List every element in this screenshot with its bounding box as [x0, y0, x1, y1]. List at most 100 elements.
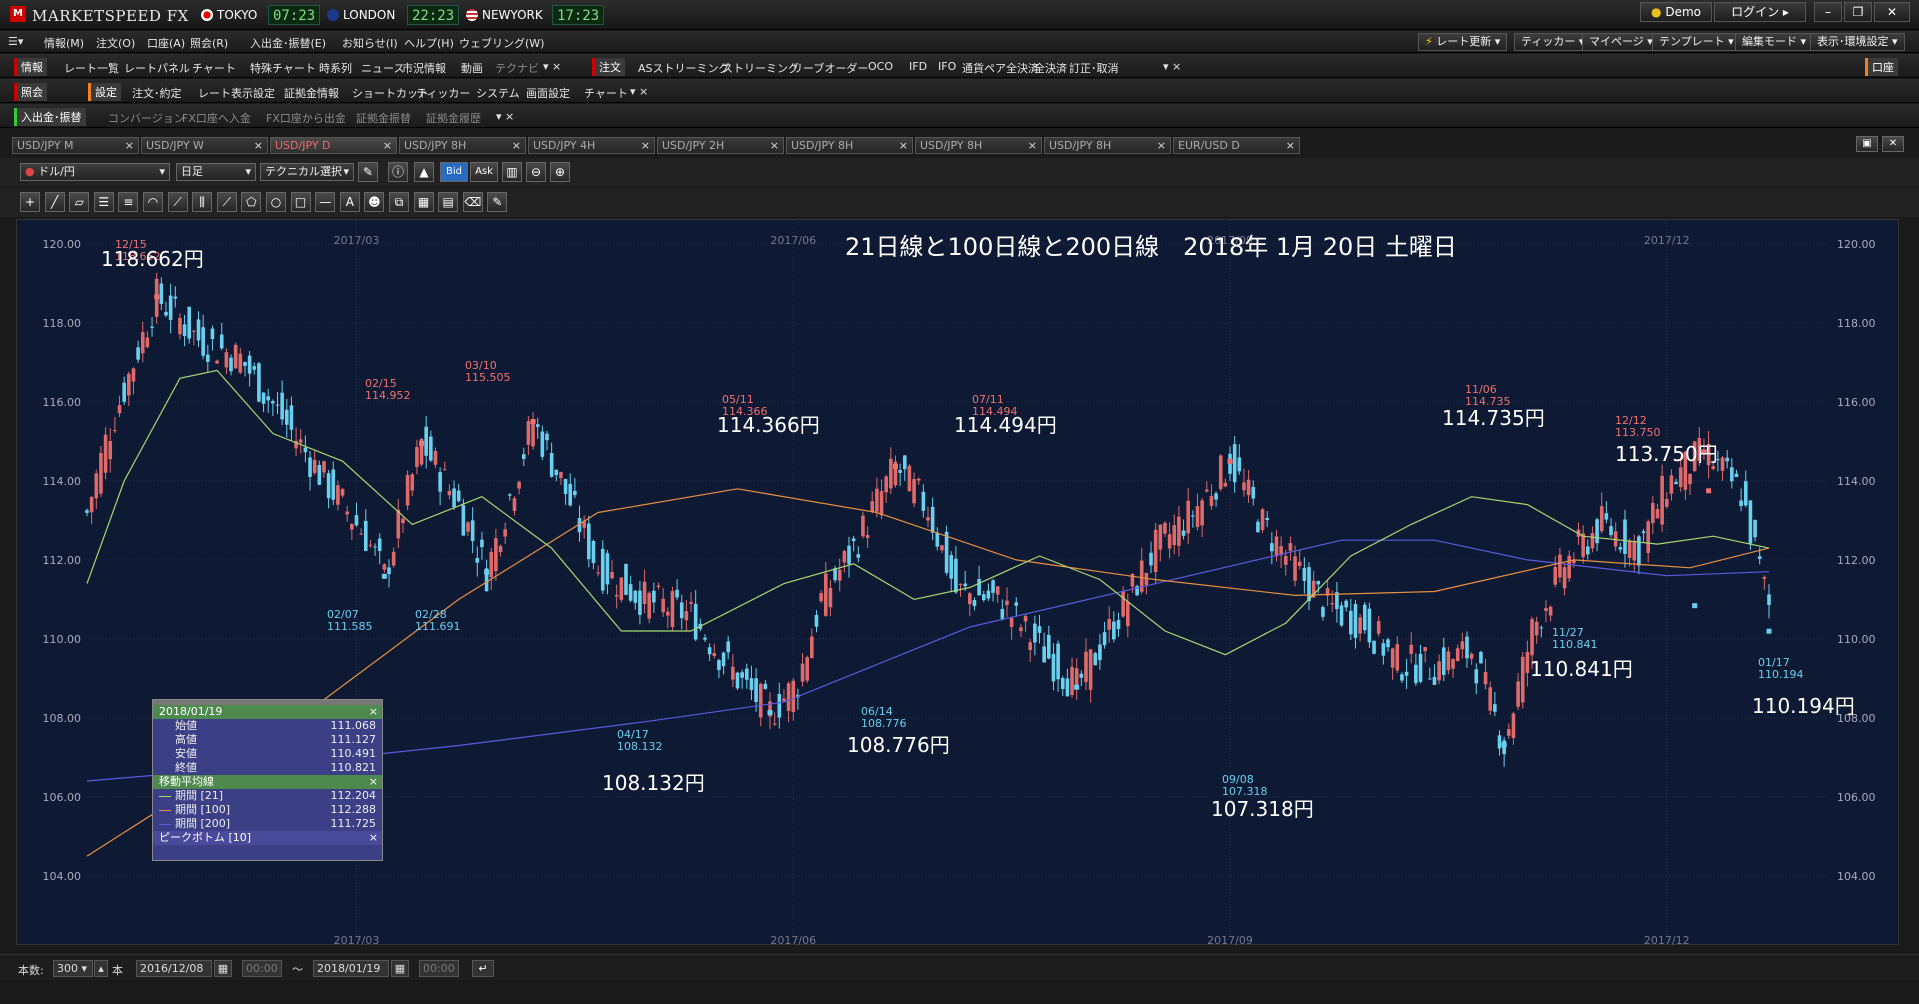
period-select[interactable]: 日足 ▾ [176, 163, 256, 181]
eraser-icon[interactable]: ⌫ [462, 192, 483, 212]
pentagon-icon[interactable]: ⬠ [241, 192, 262, 212]
trend-icon[interactable]: ⟋ [216, 192, 237, 212]
order-item-7[interactable]: 全決済 [1034, 60, 1067, 76]
account-button[interactable]: 口座 [1865, 58, 1898, 76]
deposit-item-0[interactable]: コンバージョン [108, 110, 185, 126]
bid-button[interactable]: Bid [440, 162, 468, 182]
rect-icon[interactable]: □ [290, 192, 311, 212]
tab-7[interactable]: USD/JPY 8H × [915, 137, 1042, 154]
peak-close-icon[interactable]: × [369, 831, 378, 845]
count-up-icon[interactable]: ▴ [94, 960, 108, 977]
end-time-field[interactable]: 00:00 [419, 960, 459, 977]
mypage-button[interactable]: マイページ ▾ [1582, 33, 1660, 51]
display-settings-button[interactable]: 表示･環境設定 ▾ [1810, 33, 1905, 51]
pair-select[interactable]: ● ドル/円 ▾ [20, 163, 170, 181]
tab-8[interactable]: USD/JPY 8H × [1044, 137, 1171, 154]
tab-close-icon[interactable]: × [1028, 138, 1037, 153]
info-item-5[interactable]: ニュース [361, 60, 404, 76]
tab-close-icon[interactable]: × [254, 138, 263, 153]
zoom-in-icon[interactable]: ⊕ [550, 162, 570, 182]
info-item-6[interactable]: 市況情報 [402, 60, 446, 76]
technical-select[interactable]: テクニカル選択 ▾ [260, 163, 354, 181]
menu-item-0[interactable]: 情報(M) [44, 35, 84, 51]
zoom-out-icon[interactable]: ⊖ [526, 162, 546, 182]
info-icon[interactable]: ⓘ [388, 162, 408, 182]
info-item-0[interactable]: レート一覧 [64, 60, 119, 76]
settings-item-1[interactable]: レート表示設定 [198, 85, 275, 101]
arc-icon[interactable]: ◠ [143, 192, 163, 212]
tab-2[interactable]: USD/JPY D × [270, 137, 397, 154]
stamp-icon[interactable]: ☻ [364, 192, 385, 212]
mountain-chart-icon[interactable]: ▲ [414, 162, 434, 182]
tab-close-icon[interactable]: × [125, 138, 134, 153]
hline-icon[interactable]: — [315, 192, 336, 212]
minimize-icon[interactable]: – [1814, 2, 1842, 22]
order-item-3[interactable]: OCO [868, 60, 893, 73]
order-item-2[interactable]: リーブオーダー [792, 60, 868, 76]
fan-icon[interactable]: ⟋ [167, 192, 188, 212]
deposit-item-4[interactable]: 証拠金履歴 [426, 110, 481, 126]
start-calendar-icon[interactable]: ▦ [214, 960, 232, 977]
info-item-7[interactable]: 動画 [461, 60, 483, 76]
layers-icon[interactable]: ▤ [438, 192, 459, 212]
order-more-icon[interactable]: ▾ × [1163, 60, 1181, 73]
menu-item-2[interactable]: 口座(A) [147, 35, 185, 51]
edit-mode-button[interactable]: 編集モード ▾ [1735, 33, 1814, 51]
settings-item-5[interactable]: システム [476, 85, 520, 101]
channel-icon[interactable]: ≡ [118, 192, 139, 212]
tab-close-icon[interactable]: × [770, 138, 779, 153]
settings-item-0[interactable]: 注文･約定 [132, 85, 182, 101]
settings-item-4[interactable]: ティッカー [416, 85, 470, 101]
menu-item-3[interactable]: 照会(R) [190, 35, 228, 51]
end-date-field[interactable]: 2018/01/19 [313, 960, 389, 977]
tab-9[interactable]: EUR/USD D × [1173, 137, 1300, 154]
pen-icon[interactable]: ✎ [358, 162, 378, 182]
tab-0[interactable]: USD/JPY M × [12, 137, 139, 154]
start-time-field[interactable]: 00:00 [242, 960, 282, 977]
ticker-button[interactable]: ティッカー ▾ [1514, 33, 1592, 51]
settings-item-6[interactable]: 画面設定 [526, 85, 570, 101]
deposit-more-icon[interactable]: ▾ × [496, 110, 514, 123]
settings-more-icon[interactable]: ▾ × [630, 85, 648, 98]
text-icon[interactable]: A [339, 192, 360, 212]
template-button[interactable]: テンプレート ▾ [1652, 33, 1741, 51]
info-item-2[interactable]: チャート [192, 60, 236, 76]
tab-close-icon[interactable]: × [1157, 138, 1166, 153]
chart-close-icon[interactable]: ✕ [1882, 136, 1904, 152]
info-panel[interactable]: 2018/01/19 × 始値 111.068 高値 111.127 安値 110.491 終… [152, 699, 383, 861]
login-button[interactable]: ログイン ▸ [1714, 2, 1806, 22]
line-icon[interactable]: ╱ [44, 192, 65, 212]
order-item-5[interactable]: IFO [938, 60, 956, 73]
tab-1[interactable]: USD/JPY W × [141, 137, 268, 154]
vlines-icon[interactable]: ⫼ [192, 192, 213, 212]
tab-6[interactable]: USD/JPY 8H × [786, 137, 913, 154]
info-item-3[interactable]: 特殊チャート [250, 60, 316, 76]
order-item-4[interactable]: IFD [909, 60, 927, 73]
order-item-6[interactable]: 通貨ペア全決済 [962, 60, 1039, 76]
menu-item-4[interactable]: 入出金･振替(E) [250, 35, 326, 51]
menu-hamburger-icon[interactable]: ☰▾ [8, 35, 23, 48]
end-calendar-icon[interactable]: ▦ [391, 960, 409, 977]
ma-close-icon[interactable]: × [369, 775, 378, 789]
tab-5[interactable]: USD/JPY 2H × [657, 137, 784, 154]
deposit-item-2[interactable]: FX口座から出金 [266, 110, 346, 126]
menu-item-6[interactable]: ヘルプ(H) [404, 35, 454, 51]
ask-button[interactable]: Ask [470, 162, 498, 182]
tab-close-icon[interactable]: × [512, 138, 521, 153]
tab-close-icon[interactable]: × [641, 138, 650, 153]
tab-close-icon[interactable]: × [899, 138, 908, 153]
refresh-icon[interactable]: ↵ [472, 960, 494, 977]
ruler-icon[interactable]: ▱ [69, 192, 90, 212]
rate-update-button[interactable]: ⚡ レート更新 ▾ [1418, 33, 1508, 51]
count-select[interactable]: 300 ▾ [53, 960, 93, 977]
copy-icon[interactable]: ⧉ [389, 192, 409, 212]
tab-close-icon[interactable]: × [1286, 138, 1295, 153]
info-item-8[interactable]: テクナビ [495, 60, 539, 76]
close-icon[interactable]: ✕ [1874, 2, 1910, 22]
tab-3[interactable]: USD/JPY 8H × [399, 137, 526, 154]
deposit-item-3[interactable]: 証拠金振替 [356, 110, 411, 126]
tab-close-icon[interactable]: × [383, 138, 392, 153]
circle-icon[interactable]: ○ [266, 192, 286, 212]
restore-icon[interactable]: ❐ [1844, 2, 1872, 22]
info-more-icon[interactable]: ▾ × [543, 60, 561, 73]
